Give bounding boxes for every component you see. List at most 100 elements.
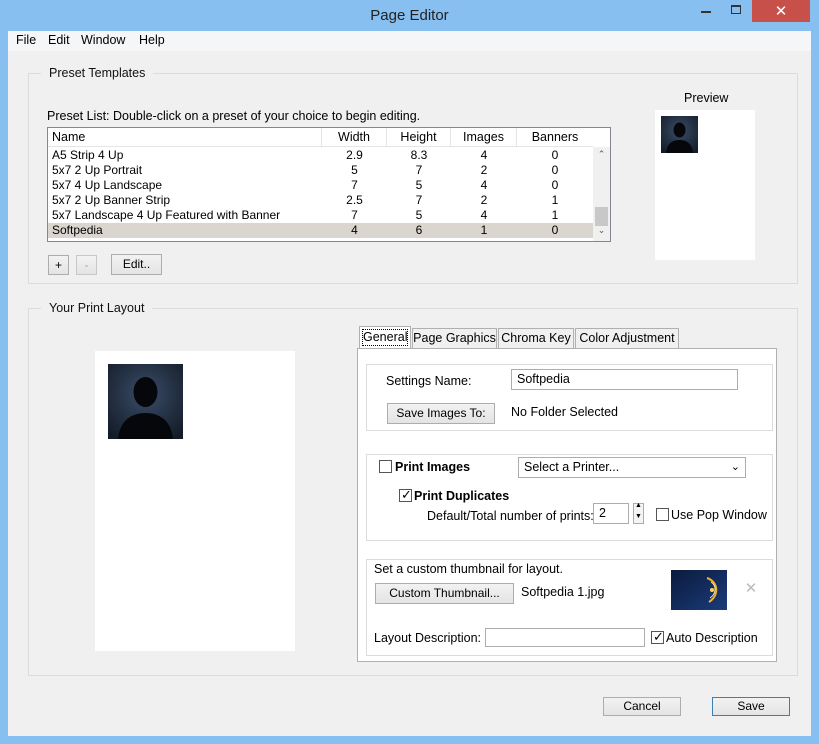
close-button[interactable]: ✕ [752, 0, 810, 22]
cell-name: A5 Strip 4 Up [52, 148, 124, 162]
cell-height: 8.3 [410, 148, 428, 162]
menu-file[interactable]: File [14, 33, 38, 47]
print-images-checkbox[interactable] [379, 460, 392, 473]
remove-preset-button[interactable]: - [76, 255, 97, 275]
tab-color-adjustment[interactable]: Color Adjustment [575, 328, 679, 349]
layout-description-input[interactable] [485, 628, 645, 647]
column-header-height[interactable]: Height [387, 128, 451, 147]
menu-window[interactable]: Window [79, 33, 127, 47]
print-layout-title: Your Print Layout [41, 301, 153, 315]
tab-general-label: General [362, 329, 408, 346]
use-pop-window-checkbox[interactable] [656, 508, 669, 521]
scroll-down-icon[interactable]: ⌄ [595, 225, 608, 236]
thumbnail-preview-image [671, 570, 727, 610]
table-row[interactable]: A5 Strip 4 Up 2.9 8.3 4 0 [48, 148, 593, 163]
cell-banners: 0 [551, 223, 559, 237]
table-row[interactable]: 5x7 2 Up Portrait 5 7 2 0 [48, 163, 593, 178]
cell-height: 6 [415, 223, 423, 237]
preset-templates-title: Preset Templates [41, 66, 154, 80]
table-row[interactable]: 5x7 2 Up Banner Strip 2.5 7 2 1 [48, 193, 593, 208]
cell-height: 5 [415, 178, 423, 192]
preview-canvas [655, 110, 755, 260]
checkmark-icon: ✓ [653, 629, 664, 644]
edit-preset-button[interactable]: Edit.. [111, 254, 162, 275]
print-duplicates-checkbox[interactable]: ✓ [399, 487, 412, 502]
auto-description-label: Auto Description [666, 631, 758, 645]
save-images-to-button[interactable]: Save Images To: [387, 403, 495, 424]
checkmark-icon: ✓ [401, 487, 412, 502]
preset-list-instruction: Preset List: Double-click on a preset of… [47, 109, 421, 123]
cell-images: 4 [480, 148, 488, 162]
cell-name: 5x7 2 Up Portrait [52, 163, 143, 177]
auto-description-checkbox[interactable]: ✓ [651, 629, 664, 644]
preset-table[interactable]: Name Width Height Images Banners A5 Stri… [47, 127, 611, 242]
cell-height: 5 [415, 208, 423, 222]
thumbnail-hint: Set a custom thumbnail for layout. [374, 562, 563, 576]
table-row[interactable]: 5x7 Landscape 4 Up Featured with Banner … [48, 208, 593, 223]
print-images-label: Print Images [395, 460, 471, 474]
scrollbar-thumb[interactable] [595, 207, 608, 226]
column-header-name[interactable]: Name [48, 128, 322, 147]
cell-width: 4 [351, 223, 358, 237]
layout-image-slot[interactable] [108, 364, 183, 439]
cell-width: 2.9 [346, 148, 363, 162]
column-header-images[interactable]: Images [451, 128, 517, 147]
maximize-icon [731, 5, 741, 14]
custom-thumbnail-button[interactable]: Custom Thumbnail... [375, 583, 514, 604]
stepper-up-icon[interactable]: ▲ [634, 502, 643, 509]
num-prints-label: Default/Total number of prints: [427, 509, 594, 523]
menu-bar [8, 31, 811, 51]
tab-page-graphics[interactable]: Page Graphics [412, 328, 497, 349]
cancel-button[interactable]: Cancel [603, 697, 681, 716]
remove-thumbnail-icon[interactable]: ✕ [743, 581, 759, 597]
cell-name: 5x7 Landscape 4 Up Featured with Banner [52, 208, 281, 222]
cell-images: 2 [480, 193, 488, 207]
settings-name-input[interactable]: Softpedia [511, 369, 738, 390]
close-icon: ✕ [774, 3, 788, 20]
cell-banners: 1 [551, 193, 559, 207]
cell-height: 7 [415, 193, 423, 207]
stepper-down-icon[interactable]: ▼ [634, 513, 643, 520]
cell-banners: 0 [551, 148, 559, 162]
scroll-up-icon[interactable]: ⌃ [595, 149, 608, 160]
cell-height: 7 [415, 163, 423, 177]
minimize-button[interactable] [692, 0, 720, 22]
minimize-icon [701, 11, 711, 13]
cell-width: 5 [351, 163, 358, 177]
folder-status: No Folder Selected [511, 405, 619, 419]
cell-name: Softpedia [52, 223, 103, 237]
cell-width: 2.5 [346, 193, 363, 207]
table-row-selected[interactable]: Softpedia 4 6 1 0 [48, 223, 593, 238]
num-prints-input[interactable]: 2 [593, 503, 629, 524]
preview-label: Preview [684, 91, 729, 105]
menu-edit[interactable]: Edit [46, 33, 72, 47]
table-row[interactable]: 5x7 4 Up Landscape 7 5 4 0 [48, 178, 593, 193]
cell-banners: 1 [551, 208, 559, 222]
cell-images: 4 [480, 178, 488, 192]
use-pop-window-label: Use Pop Window [671, 508, 767, 522]
cell-images: 2 [480, 163, 488, 177]
cell-name: 5x7 4 Up Landscape [52, 178, 163, 192]
tab-chroma-key[interactable]: Chroma Key [498, 328, 574, 349]
cell-width: 7 [351, 178, 358, 192]
chevron-down-icon: ⌄ [730, 461, 740, 473]
menu-help[interactable]: Help [137, 33, 167, 47]
cell-images: 1 [480, 223, 488, 237]
printer-select[interactable]: Select a Printer... ⌄ [518, 457, 746, 478]
print-duplicates-label: Print Duplicates [414, 489, 510, 503]
printer-select-value: Select a Printer... [524, 460, 620, 474]
layout-canvas[interactable] [95, 351, 295, 651]
cell-width: 7 [351, 208, 358, 222]
layout-description-label: Layout Description: [374, 631, 482, 645]
add-preset-button[interactable]: + [48, 255, 69, 275]
column-header-width[interactable]: Width [322, 128, 387, 147]
tab-general[interactable]: General [359, 326, 411, 349]
silhouette-thumbnail [661, 116, 698, 153]
column-header-banners[interactable]: Banners [517, 128, 593, 147]
save-button[interactable]: Save [712, 697, 790, 716]
num-prints-stepper[interactable]: ▲ ▼ [633, 502, 644, 524]
cell-images: 4 [480, 208, 488, 222]
cell-banners: 0 [551, 178, 559, 192]
maximize-button[interactable] [722, 0, 750, 22]
cell-name: 5x7 2 Up Banner Strip [52, 193, 171, 207]
